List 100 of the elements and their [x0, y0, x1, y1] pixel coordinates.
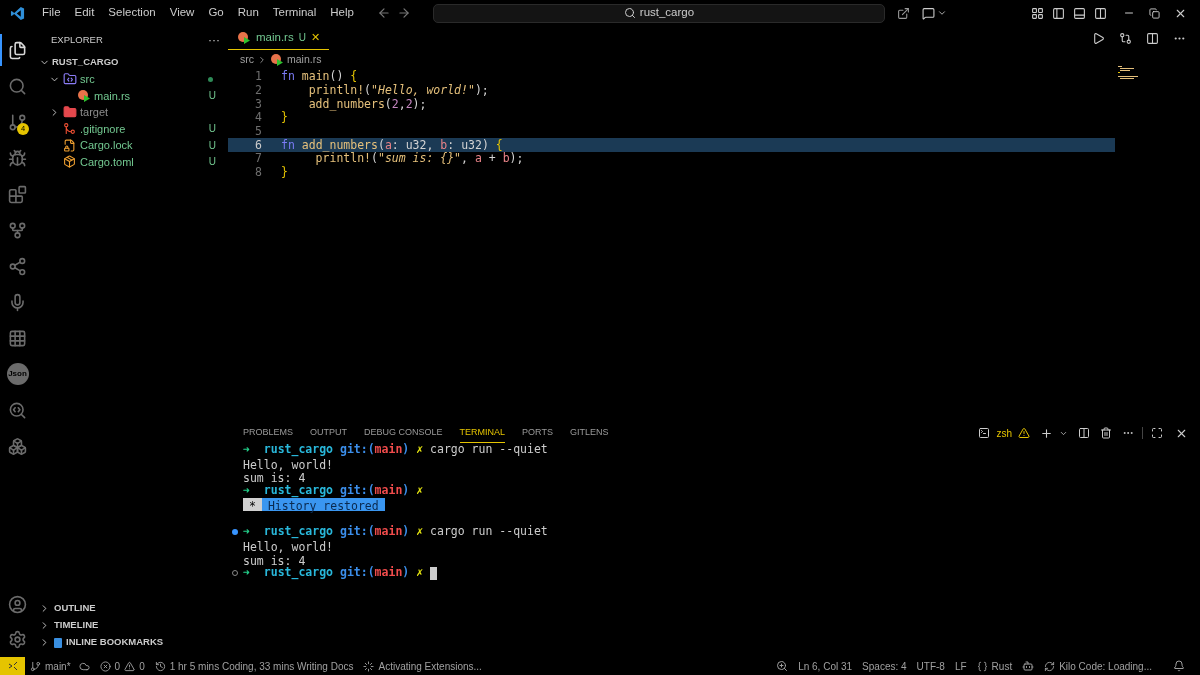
- file-name: Cargo.lock: [80, 138, 133, 153]
- git-status: U: [208, 155, 216, 170]
- chat-icon[interactable]: [921, 6, 935, 20]
- file-name: .gitignore: [80, 121, 126, 137]
- delete-icon[interactable]: [1100, 427, 1112, 439]
- section-header[interactable]: TIMELINE: [54, 618, 99, 633]
- git-icon: [63, 122, 76, 136]
- git-status: U: [298, 31, 306, 45]
- folder-header[interactable]: RUST_CARGO: [52, 54, 119, 70]
- activity-icon[interactable]: [8, 40, 27, 60]
- code-line: fn add_numbers(a: u32, b: u32) {: [281, 136, 503, 153]
- prompt-line: ➜ rust_cargo git:(main) ✗: [243, 482, 424, 500]
- new-terminal-icon[interactable]: [1040, 426, 1053, 440]
- menu-item[interactable]: Help: [323, 4, 361, 22]
- spinner-icon: [363, 660, 375, 672]
- panel-tab[interactable]: DEBUG CONSOLE: [364, 423, 443, 443]
- terminal-icon[interactable]: [978, 427, 991, 439]
- section-header[interactable]: OUTLINE: [54, 601, 96, 616]
- tree-item[interactable]: src: [35, 71, 228, 88]
- git-status: U: [208, 122, 216, 137]
- status-item[interactable]: UTF-8: [911, 657, 950, 675]
- file-name: Cargo.toml: [80, 154, 134, 170]
- tree-item[interactable]: target: [35, 104, 228, 121]
- toggle-sidebar-icon[interactable]: [1052, 6, 1065, 20]
- lock-file-icon: [63, 138, 76, 152]
- run-icon[interactable]: [1092, 31, 1105, 45]
- code-line: }: [281, 109, 288, 127]
- git-status: U: [208, 89, 216, 104]
- status-item[interactable]: Spaces: 4: [857, 657, 912, 675]
- menu-item[interactable]: Selection: [101, 4, 163, 22]
- status-item[interactable]: Ln 6, Col 31: [793, 657, 858, 675]
- menu-item[interactable]: View: [162, 4, 202, 22]
- compare-icon[interactable]: [1119, 31, 1132, 45]
- tree-item[interactable]: Cargo.lock U: [35, 137, 228, 154]
- zoom-icon[interactable]: [776, 660, 789, 672]
- warning-count[interactable]: 0: [139, 658, 145, 674]
- maximize-icon[interactable]: [1151, 427, 1163, 439]
- settings-icon[interactable]: [8, 630, 27, 649]
- panel-tab[interactable]: GITLENS: [569, 423, 609, 443]
- time-tracker-status[interactable]: 1 hr 5 mins Coding, 33 mins Writing Docs: [169, 658, 354, 674]
- code-line: println!("sum is: {}", a + b);: [315, 151, 524, 168]
- command-center-search[interactable]: rust_cargo: [432, 3, 885, 23]
- activation-status[interactable]: Activating Extensions...: [378, 658, 482, 674]
- menu-item[interactable]: Edit: [67, 4, 102, 22]
- open-external-icon[interactable]: [896, 6, 910, 20]
- panel-tab[interactable]: OUTPUT: [310, 423, 347, 443]
- layout-icon[interactable]: [1031, 6, 1044, 20]
- braces-icon: [976, 660, 988, 672]
- line-number: 8: [254, 164, 262, 182]
- panel-tab[interactable]: PORTS: [522, 423, 553, 443]
- cloud-icon[interactable]: [78, 660, 90, 672]
- sync-icon: [1044, 660, 1056, 672]
- menu-item[interactable]: Run: [230, 4, 266, 22]
- rust-file-icon: [237, 30, 251, 45]
- restore-icon[interactable]: [1149, 7, 1160, 19]
- warning-icon[interactable]: [1018, 427, 1030, 439]
- activity-item[interactable]: Json: [6, 363, 29, 385]
- search-text: rust_cargo: [639, 5, 695, 21]
- warning-icon: [124, 660, 136, 672]
- branch-status[interactable]: main*: [45, 658, 71, 674]
- app-logo[interactable]: [10, 5, 25, 21]
- split-editor-icon[interactable]: [1146, 31, 1159, 45]
- menu-item[interactable]: File: [35, 4, 68, 22]
- extension-status[interactable]: Kilo Code: Loading...: [1059, 658, 1152, 674]
- toggle-secondary-sidebar-icon[interactable]: [1094, 6, 1107, 20]
- menu-item[interactable]: Terminal: [265, 4, 324, 22]
- copilot-icon[interactable]: [1022, 660, 1035, 672]
- menu-item[interactable]: Go: [201, 4, 231, 22]
- forward-icon[interactable]: [396, 6, 411, 20]
- breadcrumb-item[interactable]: src: [240, 51, 254, 68]
- error-icon: [99, 660, 111, 672]
- status-item[interactable]: LF: [949, 657, 972, 675]
- error-count[interactable]: 0: [114, 658, 121, 674]
- more-actions[interactable]: ···: [208, 31, 220, 49]
- split-terminal-icon[interactable]: [1078, 427, 1090, 439]
- close-tab[interactable]: ✕: [310, 29, 320, 46]
- editor-tab[interactable]: main.rs U ✕: [228, 26, 329, 50]
- tree-item[interactable]: main.rs U: [35, 87, 228, 104]
- command-marker[interactable]: [232, 528, 238, 535]
- account-icon[interactable]: [8, 595, 27, 614]
- language-status[interactable]: Rust: [991, 658, 1013, 674]
- git-status: U: [208, 138, 216, 153]
- panel-tab[interactable]: TERMINAL: [459, 422, 506, 444]
- terminal-name[interactable]: zsh: [996, 425, 1012, 441]
- toggle-panel-icon[interactable]: [1073, 6, 1086, 20]
- remote-icon[interactable]: [7, 661, 18, 671]
- back-icon[interactable]: [376, 6, 391, 20]
- line-number: 7: [254, 150, 262, 167]
- terminal-output: Hello, world!: [243, 457, 333, 471]
- file-name: main.rs: [94, 88, 131, 104]
- section-header[interactable]: INLINE BOOKMARKS: [66, 635, 164, 650]
- tree-item[interactable]: Cargo.toml U: [35, 153, 228, 170]
- terminal-output: sum is: 4: [243, 553, 306, 567]
- tree-item[interactable]: .gitignore U: [35, 120, 228, 137]
- tab-label: main.rs: [256, 29, 294, 45]
- breadcrumb-item[interactable]: main.rs: [287, 51, 322, 68]
- panel-tab[interactable]: PROBLEMS: [243, 423, 293, 443]
- chevron-icon[interactable]: [936, 8, 947, 18]
- prompt-line: ➜ rust_cargo git:(main) ✗ cargo run --quiet: [243, 441, 548, 459]
- notifications-icon[interactable]: [1173, 660, 1185, 672]
